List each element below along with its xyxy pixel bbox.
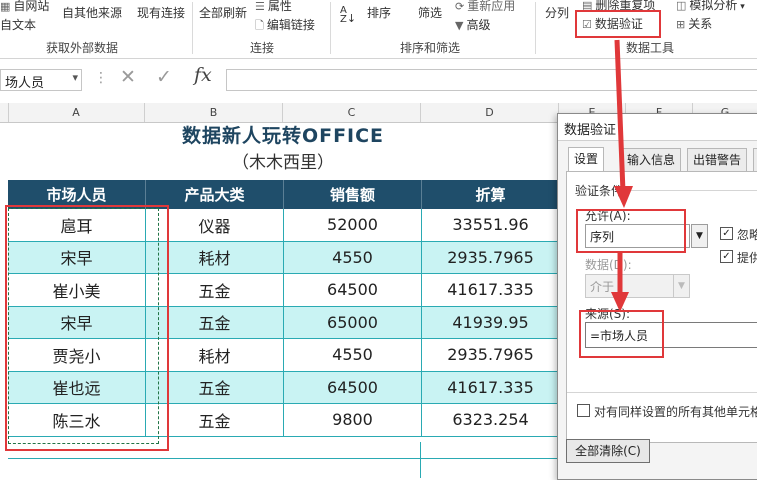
annotation-arrows bbox=[611, 39, 633, 312]
arrow-head bbox=[614, 186, 633, 208]
arrow-line bbox=[614, 39, 626, 193]
arrow-head bbox=[611, 292, 629, 312]
